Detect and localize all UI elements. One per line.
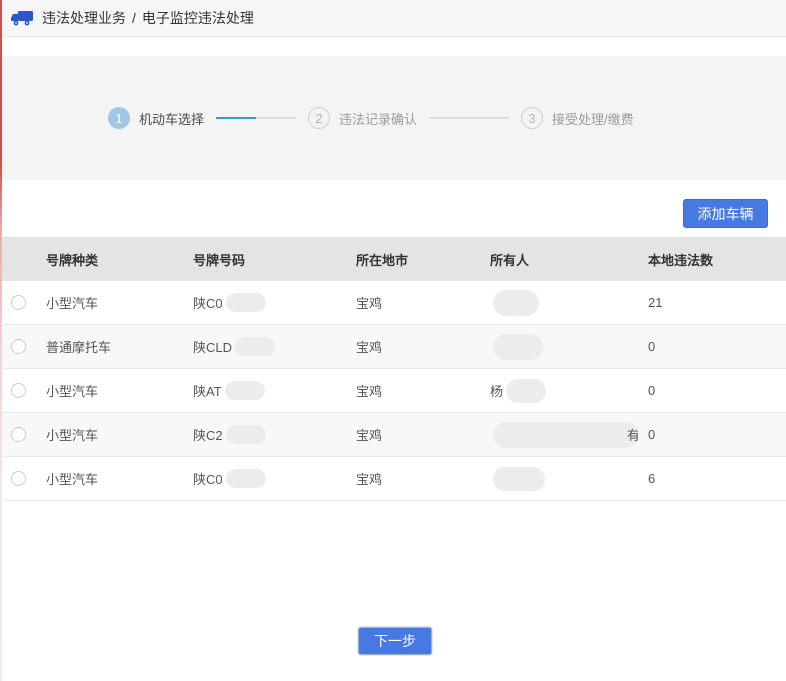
- cell-owner: 杨: [480, 379, 638, 403]
- table-row: 小型汽车 陕AT 宝鸡 杨 0: [0, 369, 786, 413]
- step-3-label: 接受处理/缴费: [552, 109, 634, 128]
- redacted-plate: [226, 425, 266, 444]
- cell-city: 宝鸡: [346, 469, 480, 488]
- redacted-owner: [493, 290, 539, 316]
- step-1-circle: 1: [108, 107, 130, 129]
- cell-owner: [480, 467, 638, 491]
- cell-violation-count: 6: [638, 471, 786, 486]
- step-1-label: 机动车选择: [139, 109, 204, 128]
- next-step-button[interactable]: 下一步: [358, 627, 432, 655]
- table-row: 小型汽车 陕C0 宝鸡 21: [0, 281, 786, 325]
- spacer: [0, 37, 786, 56]
- cell-plate-type: 小型汽车: [36, 469, 183, 488]
- cell-city: 宝鸡: [346, 337, 480, 356]
- redacted-owner: [493, 467, 545, 491]
- breadcrumb-separator: /: [132, 10, 136, 26]
- stepper-section: 1 机动车选择 2 违法记录确认 3 接受处理/缴费: [0, 56, 786, 180]
- topbar: 违法处理业务 / 电子监控违法处理: [0, 0, 786, 37]
- step-2-circle: 2: [308, 107, 330, 129]
- breadcrumb-current: 电子监控违法处理: [142, 10, 254, 26]
- cell-city: 宝鸡: [346, 425, 480, 444]
- cell-owner: [480, 334, 638, 360]
- cell-owner: [480, 290, 638, 316]
- cell-violation-count: 21: [638, 295, 786, 310]
- redacted-plate: [225, 381, 265, 400]
- vehicle-radio-1[interactable]: [11, 295, 26, 310]
- cell-city: 宝鸡: [346, 293, 480, 312]
- vehicle-table: 号牌种类 号牌号码 所在地市 所有人 本地违法数 小型汽车 陕C0 宝鸡 21 …: [0, 237, 786, 501]
- cell-plate-number: 陕AT: [183, 381, 346, 400]
- header-violation-count: 本地违法数: [638, 250, 786, 269]
- header-owner: 所有人: [480, 250, 638, 269]
- bottom-area: 下一步: [0, 501, 786, 681]
- table-row: 普通摩托车 陕CLD 宝鸡 0: [0, 325, 786, 369]
- breadcrumb: 违法处理业务 / 电子监控违法处理: [42, 8, 254, 28]
- table-row: 小型汽车 陕C0 宝鸡 6: [0, 457, 786, 501]
- cell-plate-type: 小型汽车: [36, 381, 183, 400]
- header-city: 所在地市: [346, 250, 480, 269]
- step-connector-2: [429, 117, 509, 119]
- cell-plate-type: 小型汽车: [36, 293, 183, 312]
- vehicle-radio-2[interactable]: [11, 339, 26, 354]
- header-plate-type: 号牌种类: [36, 250, 183, 269]
- vehicle-radio-4[interactable]: [11, 427, 26, 442]
- header-plate-number: 号牌号码: [183, 250, 346, 269]
- step-connector-1: [216, 117, 296, 119]
- cell-plate-type: 普通摩托车: [36, 337, 183, 356]
- breadcrumb-section[interactable]: 违法处理业务: [42, 10, 126, 26]
- add-vehicle-button[interactable]: 添加车辆: [683, 199, 768, 228]
- table-header-row: 号牌种类 号牌号码 所在地市 所有人 本地违法数: [0, 237, 786, 281]
- redacted-owner: [493, 422, 638, 448]
- redacted-plate: [235, 337, 275, 356]
- cell-plate-type: 小型汽车: [36, 425, 183, 444]
- cell-plate-number: 陕C0: [183, 469, 346, 488]
- redacted-owner: [506, 379, 546, 403]
- left-accent-edge: [0, 0, 2, 681]
- vehicle-radio-3[interactable]: [11, 383, 26, 398]
- redacted-plate: [226, 469, 266, 488]
- cell-plate-number: 陕CLD: [183, 337, 346, 356]
- table-row: 小型汽车 陕C2 宝鸡 有限公... 0: [0, 413, 786, 457]
- cell-owner: 有限公...: [480, 422, 638, 448]
- step-3-circle: 3: [521, 107, 543, 129]
- cell-violation-count: 0: [638, 383, 786, 398]
- step-2-label: 违法记录确认: [339, 109, 417, 128]
- vehicle-radio-5[interactable]: [11, 471, 26, 486]
- cell-plate-number: 陕C0: [183, 293, 346, 312]
- cell-violation-count: 0: [638, 427, 786, 442]
- redacted-plate: [226, 293, 266, 312]
- cell-city: 宝鸡: [346, 381, 480, 400]
- toolbar: 添加车辆: [0, 180, 786, 237]
- redacted-owner: [493, 334, 543, 360]
- cell-violation-count: 0: [638, 339, 786, 354]
- cell-plate-number: 陕C2: [183, 425, 346, 444]
- stepper: 1 机动车选择 2 违法记录确认 3 接受处理/缴费: [108, 107, 634, 129]
- truck-icon: [10, 9, 34, 27]
